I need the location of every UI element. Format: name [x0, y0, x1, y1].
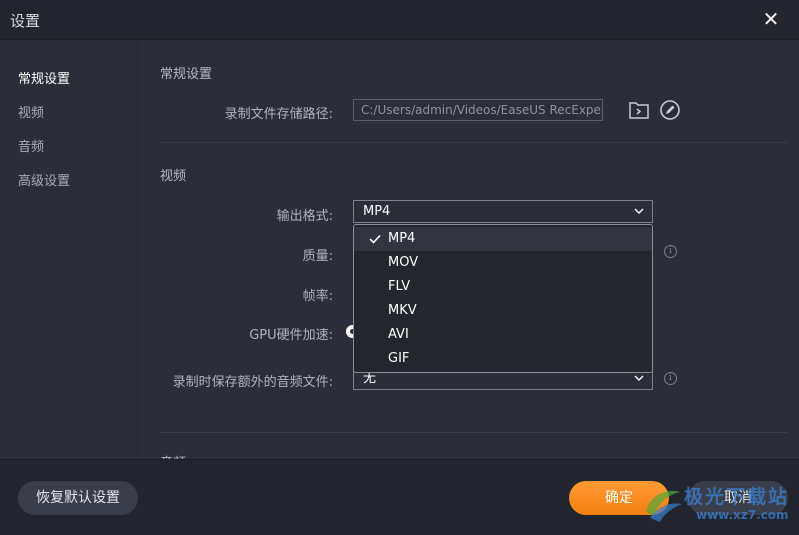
watermark-url: www.xz7.com: [696, 508, 789, 522]
settings-window: 设置 ✕ 常规设置 视频 音频 高级设置 常规设置 录制文件存储路径: C:/U…: [0, 0, 799, 535]
format-option-avi[interactable]: AVI: [354, 323, 652, 347]
framerate-label: 帧率:: [302, 289, 333, 304]
chevron-down-icon: [634, 208, 644, 214]
format-option-label: MOV: [388, 255, 419, 270]
sidebar-item-advanced[interactable]: 高级设置: [18, 170, 70, 189]
watermark: 极光下载站 www.xz7.com: [640, 480, 795, 530]
format-option-flv[interactable]: FLV: [354, 275, 652, 299]
extra-audio-label: 录制时保存额外的音频文件:: [172, 375, 333, 390]
format-option-gif[interactable]: GIF: [354, 347, 652, 371]
format-label: 输出格式:: [276, 209, 333, 224]
format-select-value: MP4: [363, 204, 391, 219]
watermark-text: 极光下载站: [684, 486, 790, 508]
checkmark-icon: [369, 234, 381, 244]
title-bar: 设置 ✕: [0, 0, 799, 40]
format-select[interactable]: MP4: [353, 200, 653, 223]
folder-icon[interactable]: [628, 99, 650, 121]
window-title: 设置: [10, 12, 41, 30]
format-option-mkv[interactable]: MKV: [354, 299, 652, 323]
audio-section-title: 音频: [160, 452, 186, 459]
extra-audio-value: 无: [363, 371, 377, 386]
sidebar-item-video[interactable]: 视频: [18, 102, 44, 121]
path-label: 录制文件存储路径:: [224, 107, 333, 122]
format-option-label: MKV: [388, 303, 417, 318]
general-section-title: 常规设置: [160, 67, 213, 82]
format-option-label: FLV: [388, 279, 411, 294]
video-section-title: 视频: [160, 169, 187, 184]
watermark-logo-icon: [646, 490, 682, 522]
close-button[interactable]: ✕: [761, 9, 781, 29]
gpu-label: GPU硬件加速:: [249, 328, 333, 343]
save-path-field[interactable]: C:/Users/admin/Videos/EaseUS RecExperts: [353, 99, 603, 121]
format-option-label: GIF: [388, 351, 410, 366]
edit-icon[interactable]: [659, 99, 681, 121]
sidebar-item-audio[interactable]: 音频: [18, 136, 44, 155]
section-divider: [160, 432, 788, 433]
restore-defaults-button[interactable]: 恢复默认设置: [18, 481, 138, 515]
sidebar: 常规设置 视频 音频 高级设置: [0, 41, 138, 459]
section-divider: [160, 142, 788, 143]
sidebar-item-general[interactable]: 常规设置: [18, 68, 70, 87]
format-option-label: AVI: [388, 327, 409, 342]
format-option-mp4[interactable]: MP4: [354, 227, 652, 251]
chevron-down-icon: [634, 375, 644, 381]
format-option-label: MP4: [388, 231, 416, 246]
info-icon[interactable]: i: [664, 245, 677, 258]
quality-label: 质量:: [302, 249, 333, 264]
info-icon[interactable]: i: [664, 372, 677, 385]
format-option-mov[interactable]: MOV: [354, 251, 652, 275]
format-dropdown: MP4 MOV FLV MKV AVI GIF: [353, 224, 653, 373]
